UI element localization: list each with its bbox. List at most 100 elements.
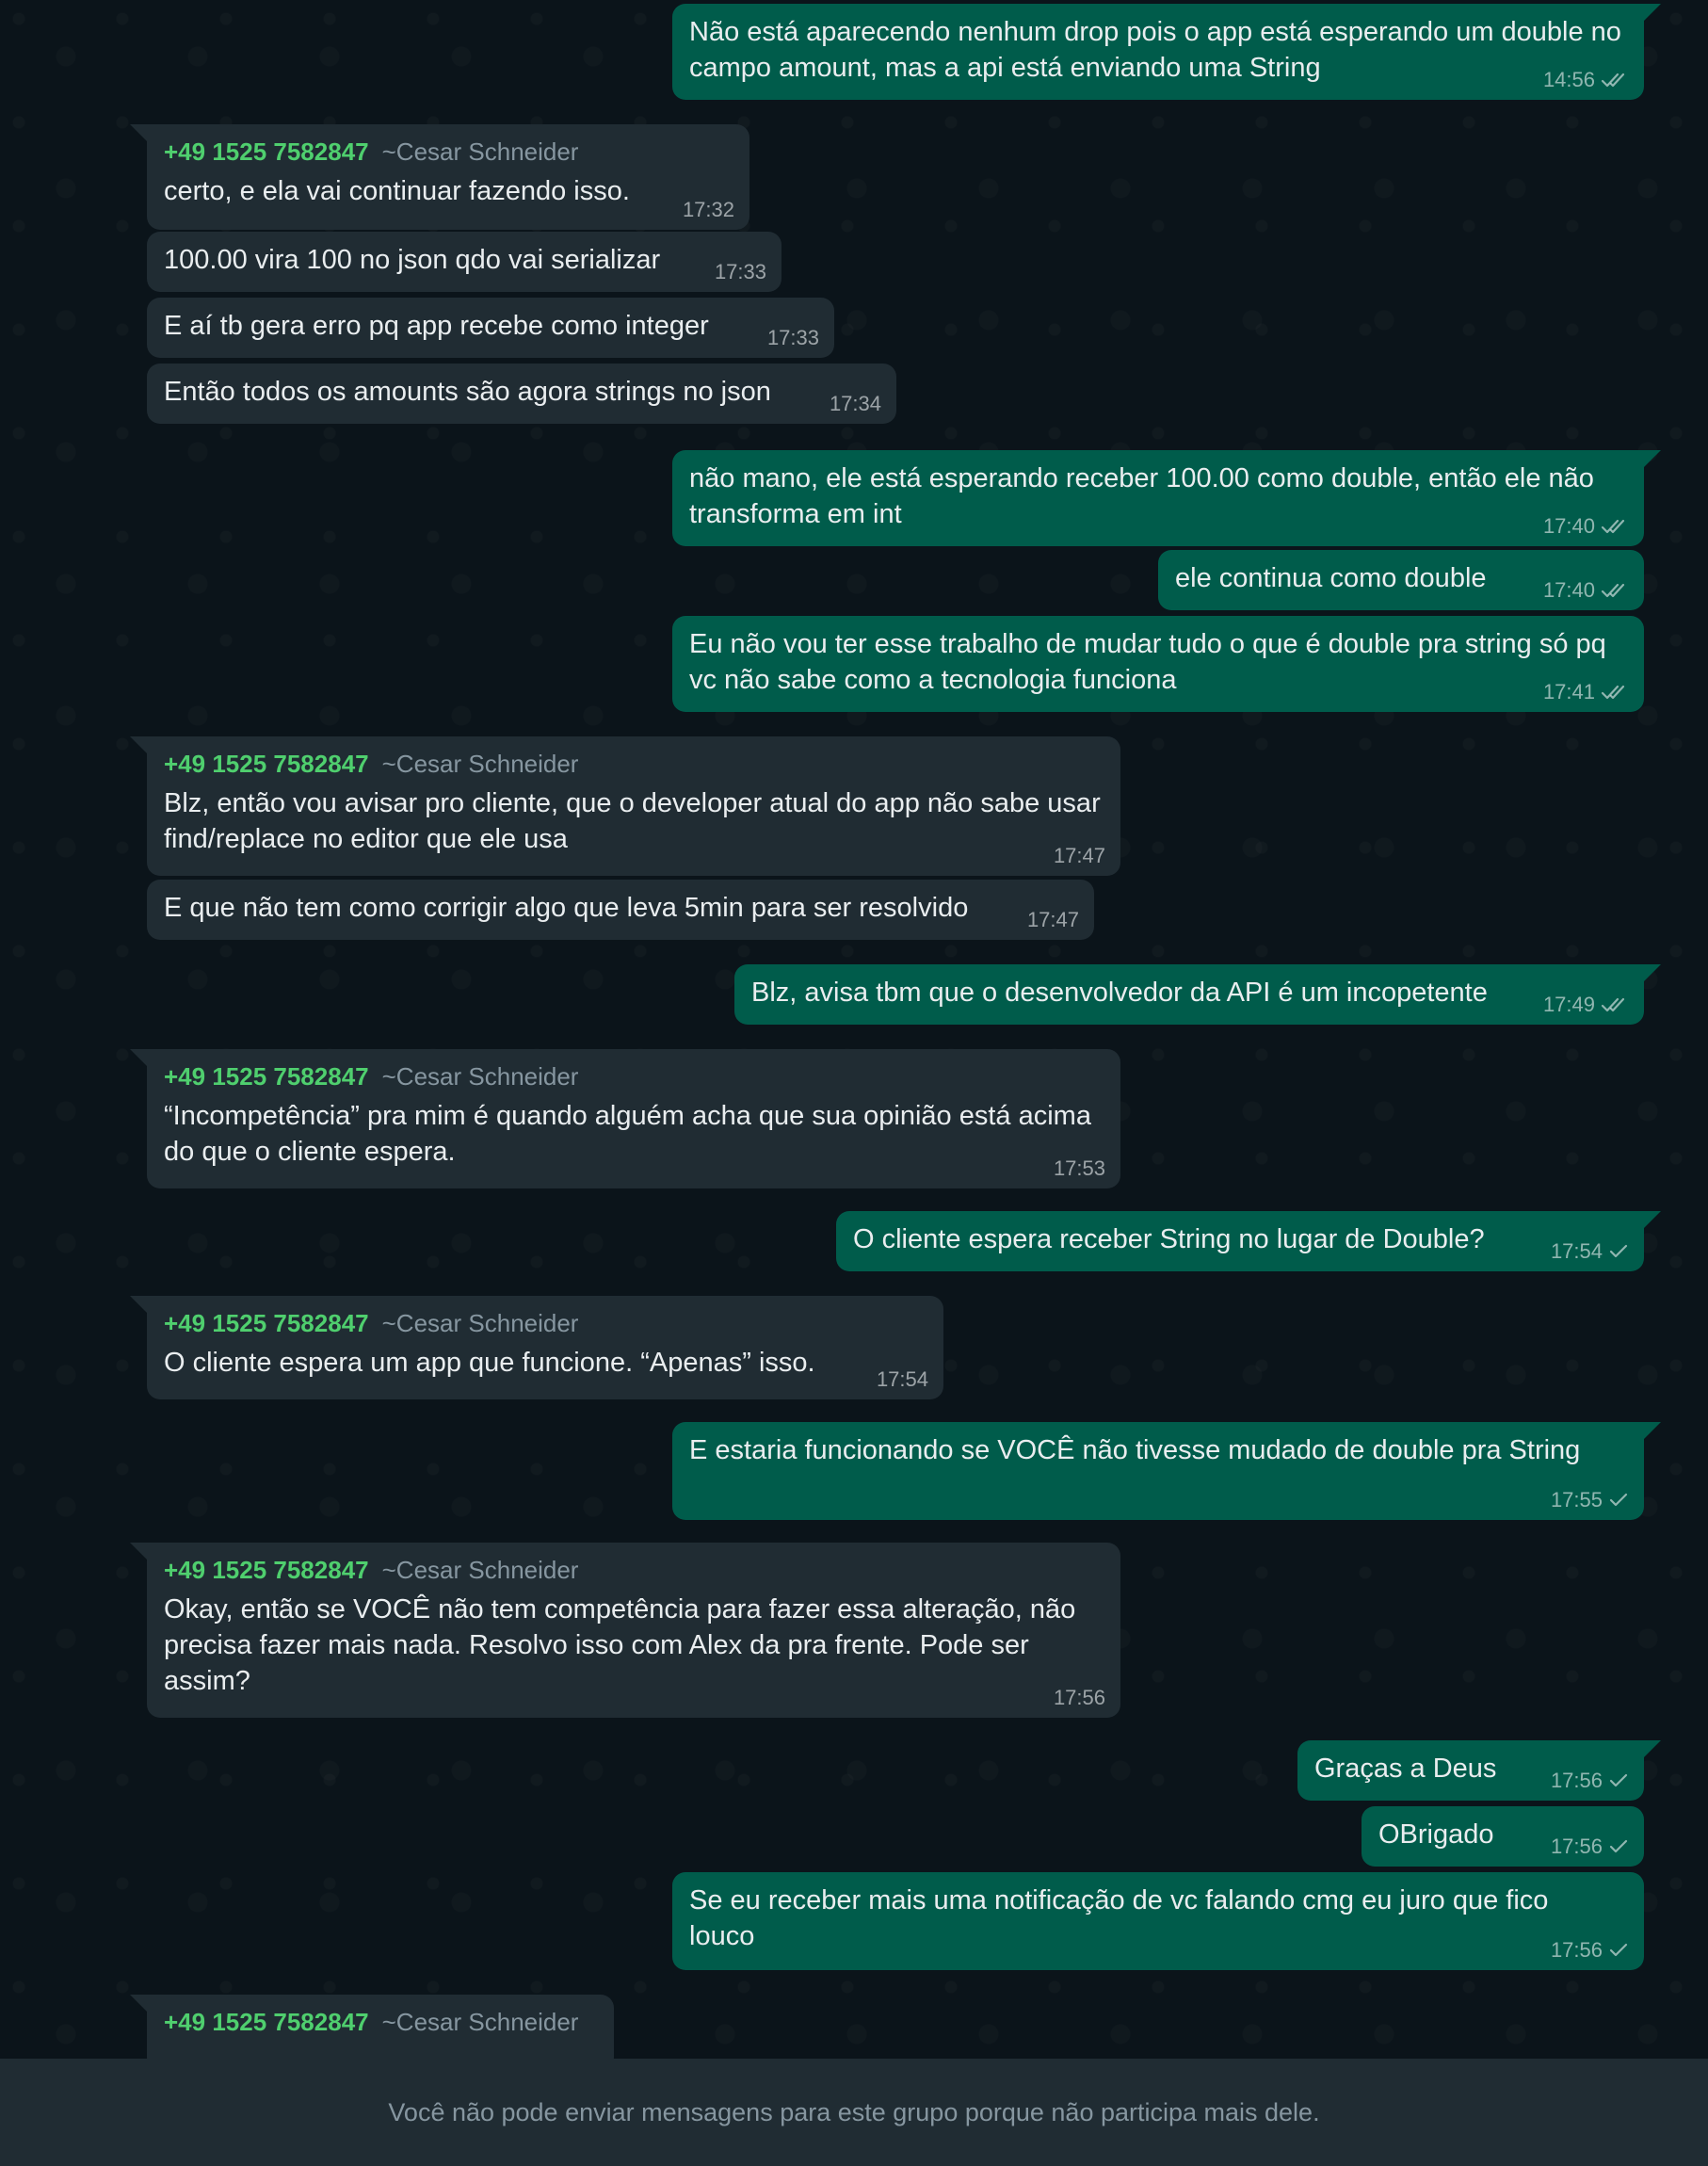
message-line: Blz, avisa tbm que o desenvolvedor da AP… <box>751 978 1488 1008</box>
message-time: 17:56 <box>1550 1938 1603 1962</box>
sender-name: ~Cesar Schneider <box>381 1062 579 1091</box>
message-meta: 17:41 <box>1543 680 1629 704</box>
message-line: assim? <box>164 1666 250 1696</box>
message-sender: +49 1525 7582847 ~Cesar Schneider <box>164 2008 578 2037</box>
message-text: Blz, então vou avisar pro cliente, que o… <box>164 785 1104 857</box>
message-line: find/replace no editor que ele usa <box>164 824 568 854</box>
message-time: 17:55 <box>1550 1488 1603 1511</box>
message-time: 17:40 <box>1542 578 1595 602</box>
message-line: campo amount, mas a api está enviando um… <box>689 53 1321 83</box>
message-time: 17:49 <box>1542 993 1595 1016</box>
message-meta: 17:33 <box>767 326 819 350</box>
message-text: O cliente espera receber String no lugar… <box>853 1221 1627 1257</box>
message-meta: 17:54 <box>1551 1239 1629 1264</box>
message-line: “Incompetência” pra mim é quando alguém … <box>164 1101 1091 1131</box>
message-line: Então todos os amounts são agora strings… <box>164 377 771 407</box>
outgoing-message[interactable]: E estaria funcionando se VOCÊ não tivess… <box>672 1422 1661 1520</box>
message-line: transforma em int <box>689 499 902 529</box>
message-meta: 17:34 <box>830 392 881 416</box>
incoming-message[interactable]: +49 1525 7582847 ~Cesar Schneider Blz, ent… <box>130 736 1120 876</box>
message-time: 17:41 <box>1542 680 1595 703</box>
message-time: 17:56 <box>1053 1686 1105 1709</box>
incoming-message[interactable]: Então todos os amounts são agora strings… <box>147 364 896 424</box>
sender-phone[interactable]: +49 1525 7582847 <box>164 1556 369 1584</box>
message-text: “Incompetência” pra mim é quando alguém … <box>164 1098 1104 1170</box>
outgoing-message[interactable]: não mano, ele está esperando receber 100… <box>672 450 1661 546</box>
double-check-icon <box>1601 73 1625 88</box>
message-time: 14:56 <box>1542 68 1595 91</box>
message-meta: 17:32 <box>683 198 734 222</box>
message-time: 17:54 <box>1550 1239 1603 1263</box>
sender-phone[interactable]: +49 1525 7582847 <box>164 1062 369 1091</box>
sender-phone[interactable]: +49 1525 7582847 <box>164 750 369 778</box>
chat-history[interactable]: Não está aparecendo nenhum drop pois o a… <box>0 0 1708 2059</box>
outgoing-message[interactable]: Não está aparecendo nenhum drop pois o a… <box>672 4 1661 100</box>
message-text: E que não tem como corrigir algo que lev… <box>164 890 1077 926</box>
sender-name: ~Cesar Schneider <box>381 2008 579 2036</box>
outgoing-message[interactable]: Eu não vou ter esse trabalho de mudar tu… <box>672 616 1644 712</box>
incoming-message[interactable]: +49 1525 7582847 ~Cesar Schneider O client… <box>130 1296 943 1399</box>
message-meta: 17:53 <box>1054 1156 1105 1181</box>
message-line: vc não sabe como a tecnologia funciona <box>689 665 1177 695</box>
incoming-message[interactable]: 100.00 vira 100 no json qdo vai serializ… <box>147 232 781 292</box>
message-meta: 17:56 <box>1551 1938 1629 1963</box>
sender-phone[interactable]: +49 1525 7582847 <box>164 2008 369 2036</box>
message-time: 17:40 <box>1542 514 1595 538</box>
message-meta: 17:56 <box>1551 1835 1629 1859</box>
outgoing-message[interactable]: ele continua como double 17:40 <box>1158 550 1644 610</box>
double-check-icon <box>1601 997 1625 1012</box>
message-line: precisa fazer mais nada. Resolvo isso co… <box>164 1630 1029 1660</box>
message-meta: 17:49 <box>1543 993 1629 1017</box>
sender-phone[interactable]: +49 1525 7582847 <box>164 137 369 166</box>
message-text: O cliente espera um app que funcione. “A… <box>164 1345 927 1381</box>
message-time: 17:33 <box>766 326 819 349</box>
message-text: 100.00 vira 100 no json qdo vai serializ… <box>164 242 765 278</box>
message-time: 17:56 <box>1550 1835 1603 1858</box>
single-check-icon <box>1609 1773 1628 1787</box>
message-line: Não está aparecendo nenhum drop pois o a… <box>689 17 1621 47</box>
incoming-message[interactable]: +49 1525 7582847 ~Cesar Schneider Okay, en… <box>130 1543 1120 1718</box>
message-text: Se eu receber mais uma notificação de vc… <box>689 1883 1627 1954</box>
message-time: 17:47 <box>1053 844 1105 867</box>
outgoing-message[interactable]: O cliente espera receber String no lugar… <box>836 1211 1661 1271</box>
notice-text: Você não pode enviar mensagens para este… <box>388 2097 1320 2126</box>
incoming-message[interactable]: E aí tb gera erro pq app recebe como int… <box>147 298 834 358</box>
incoming-message[interactable]: +49 1525 7582847 ~Cesar Schneider certo, e… <box>130 124 749 230</box>
message-time: 17:54 <box>876 1367 928 1391</box>
single-check-icon <box>1609 1244 1628 1258</box>
message-time: 17:33 <box>714 260 766 283</box>
message-meta: 17:55 <box>1551 1488 1629 1512</box>
message-line: Se eu receber mais uma notificação de vc… <box>689 1885 1549 1915</box>
message-time: 17:47 <box>1026 908 1079 931</box>
message-sender: +49 1525 7582847 ~Cesar Schneider <box>164 137 578 167</box>
message-sender: +49 1525 7582847 ~Cesar Schneider <box>164 1062 578 1091</box>
sender-phone[interactable]: +49 1525 7582847 <box>164 1309 369 1337</box>
message-time: 17:34 <box>829 392 881 415</box>
message-sender: +49 1525 7582847 ~Cesar Schneider <box>164 750 578 779</box>
single-check-icon <box>1609 1493 1628 1507</box>
message-line: louco <box>689 1921 755 1951</box>
composer-disabled-notice: Você não pode enviar mensagens para este… <box>0 2059 1708 2166</box>
message-time: 17:53 <box>1053 1156 1105 1180</box>
message-text: E aí tb gera erro pq app recebe como int… <box>164 308 817 344</box>
message-meta: 17:47 <box>1054 844 1105 868</box>
message-meta: 17:40 <box>1543 514 1629 539</box>
incoming-message[interactable]: +49 1525 7582847 ~Cesar Schneider “Incompe… <box>130 1049 1120 1188</box>
message-meta: 17:40 <box>1543 578 1629 603</box>
outgoing-message[interactable]: Blz, avisa tbm que o desenvolvedor da AP… <box>734 964 1661 1025</box>
outgoing-message[interactable]: Graças a Deus 17:56 <box>1297 1740 1661 1801</box>
sender-name: ~Cesar Schneider <box>381 1309 579 1337</box>
message-text: Então todos os amounts são agora strings… <box>164 374 879 410</box>
outgoing-message[interactable]: Se eu receber mais uma notificação de vc… <box>672 1872 1644 1970</box>
single-check-icon <box>1609 1943 1628 1957</box>
message-line: E estaria funcionando se VOCÊ não tivess… <box>689 1435 1581 1465</box>
incoming-message[interactable]: E que não tem como corrigir algo que lev… <box>147 880 1094 940</box>
incoming-message[interactable]: +49 1525 7582847 ~Cesar Schneider <box>130 1995 614 2059</box>
double-check-icon <box>1601 519 1625 534</box>
message-line: não mano, ele está esperando receber 100… <box>689 463 1594 493</box>
message-meta: 17:47 <box>1027 908 1079 932</box>
message-text: Blz, avisa tbm que o desenvolvedor da AP… <box>751 975 1627 1010</box>
outgoing-message[interactable]: OBrigado 17:56 <box>1362 1806 1644 1867</box>
message-line: E aí tb gera erro pq app recebe como int… <box>164 311 709 341</box>
message-text: certo, e ela vai continuar fazendo isso. <box>164 173 733 209</box>
